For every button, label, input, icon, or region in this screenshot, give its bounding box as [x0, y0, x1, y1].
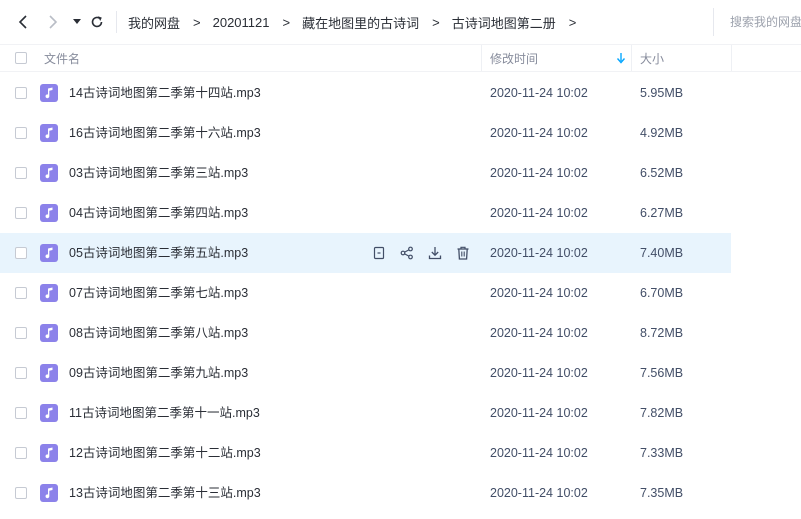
file-size: 6.27MB: [640, 206, 684, 220]
row-checkbox[interactable]: [15, 167, 27, 179]
breadcrumb: 我的网盘 > 20201121 > 藏在地图里的古诗词 > 古诗词地图第二册 >: [128, 0, 588, 44]
file-name[interactable]: 03古诗词地图第二季第三站.mp3: [69, 153, 248, 193]
chevron-left-icon[interactable]: [13, 12, 33, 32]
audio-file-icon: [40, 84, 58, 102]
file-modified-time: 2020-11-24 10:02: [490, 406, 588, 420]
audio-file-icon: [40, 364, 58, 382]
file-size: 7.40MB: [640, 246, 684, 260]
audio-file-icon: [40, 204, 58, 222]
table-row[interactable]: 13古诗词地图第二季第十三站.mp3 2020-11-24 10:02 7.35MB: [0, 473, 731, 513]
file-modified-time: 2020-11-24 10:02: [490, 446, 588, 460]
file-modified-time: 2020-11-24 10:02: [490, 286, 588, 300]
file-name[interactable]: 09古诗词地图第二季第九站.mp3: [69, 353, 248, 393]
file-size: 7.33MB: [640, 446, 684, 460]
row-checkbox[interactable]: [15, 407, 27, 419]
nav-divider: [116, 11, 117, 33]
search-input[interactable]: [730, 15, 801, 29]
table-row[interactable]: 11古诗词地图第二季第十一站.mp3 2020-11-24 10:02 7.82MB: [0, 393, 731, 433]
audio-file-icon: [40, 284, 58, 302]
file-name[interactable]: 14古诗词地图第二季第十四站.mp3: [69, 73, 261, 113]
file-name[interactable]: 16古诗词地图第二季第十六站.mp3: [69, 113, 261, 153]
file-name[interactable]: 07古诗词地图第二季第七站.mp3: [69, 273, 248, 313]
table-row[interactable]: 05古诗词地图第二季第五站.mp3 2020-11-24 10:02 7.40MB: [0, 233, 731, 273]
file-size: 7.35MB: [640, 486, 684, 500]
row-checkbox[interactable]: [15, 487, 27, 499]
column-divider: [631, 45, 632, 71]
file-name[interactable]: 08古诗词地图第二季第八站.mp3: [69, 313, 248, 353]
table-row[interactable]: 08古诗词地图第二季第八站.mp3 2020-11-24 10:02 8.72MB: [0, 313, 731, 353]
chevron-right-icon[interactable]: [43, 12, 63, 32]
table-row[interactable]: 09古诗词地图第二季第九站.mp3 2020-11-24 10:02 7.56MB: [0, 353, 731, 393]
file-name[interactable]: 13古诗词地图第二季第十三站.mp3: [69, 473, 261, 513]
file-size: 6.52MB: [640, 166, 684, 180]
row-checkbox[interactable]: [15, 447, 27, 459]
file-modified-time: 2020-11-24 10:02: [490, 86, 588, 100]
table-row[interactable]: 03古诗词地图第二季第三站.mp3 2020-11-24 10:02 6.52MB: [0, 153, 731, 193]
audio-file-icon: [40, 324, 58, 342]
table-row[interactable]: 14古诗词地图第二季第十四站.mp3 2020-11-24 10:02 5.95MB: [0, 73, 731, 113]
file-size: 7.56MB: [640, 366, 684, 380]
sort-down-arrow-icon[interactable]: [616, 52, 626, 64]
audio-file-icon: [40, 404, 58, 422]
download-icon[interactable]: [426, 244, 444, 262]
share-icon[interactable]: [398, 244, 416, 262]
column-divider: [731, 45, 732, 71]
file-name[interactable]: 05古诗词地图第二季第五站.mp3: [69, 233, 248, 273]
breadcrumb-separator: >: [568, 14, 577, 30]
row-checkbox[interactable]: [15, 287, 27, 299]
table-row[interactable]: 12古诗词地图第二季第十二站.mp3 2020-11-24 10:02 7.33MB: [0, 433, 731, 473]
row-actions: [370, 244, 482, 262]
file-size: 4.92MB: [640, 126, 684, 140]
caret-down-icon[interactable]: [67, 12, 87, 32]
audio-file-icon: [40, 444, 58, 462]
audio-file-icon: [40, 164, 58, 182]
file-size: 7.82MB: [640, 406, 684, 420]
column-header-name[interactable]: 文件名: [44, 45, 80, 71]
row-checkbox[interactable]: [15, 247, 27, 259]
audio-file-icon: [40, 484, 58, 502]
breadcrumb-separator: >: [282, 14, 291, 30]
breadcrumb-separator: >: [432, 14, 440, 30]
share-link-icon[interactable]: [370, 244, 388, 262]
file-modified-time: 2020-11-24 10:02: [490, 206, 588, 220]
refresh-icon[interactable]: [87, 12, 107, 32]
file-modified-time: 2020-11-24 10:02: [490, 126, 588, 140]
top-nav-bar: 我的网盘 > 20201121 > 藏在地图里的古诗词 > 古诗词地图第二册 >: [0, 0, 801, 44]
file-modified-time: 2020-11-24 10:02: [490, 166, 588, 180]
breadcrumb-separator: >: [193, 14, 201, 30]
breadcrumb-item-root[interactable]: 我的网盘: [128, 13, 180, 32]
file-name[interactable]: 12古诗词地图第二季第十二站.mp3: [69, 433, 261, 473]
file-size: 8.72MB: [640, 326, 684, 340]
audio-file-icon: [40, 244, 58, 262]
delete-icon[interactable]: [454, 244, 472, 262]
audio-file-icon: [40, 124, 58, 142]
file-modified-time: 2020-11-24 10:02: [490, 486, 588, 500]
column-header-mtime[interactable]: 修改时间: [490, 45, 538, 71]
row-checkbox[interactable]: [15, 87, 27, 99]
breadcrumb-item-series-folder[interactable]: 藏在地图里的古诗词: [302, 13, 419, 32]
table-row[interactable]: 07古诗词地图第二季第七站.mp3 2020-11-24 10:02 6.70MB: [0, 273, 731, 313]
file-name[interactable]: 11古诗词地图第二季第十一站.mp3: [69, 393, 260, 433]
file-list-header: 文件名 修改时间 大小: [0, 44, 801, 72]
row-checkbox[interactable]: [15, 207, 27, 219]
row-checkbox[interactable]: [15, 127, 27, 139]
table-row[interactable]: 16古诗词地图第二季第十六站.mp3 2020-11-24 10:02 4.92MB: [0, 113, 731, 153]
select-all-checkbox[interactable]: [15, 52, 27, 64]
file-size: 6.70MB: [640, 286, 684, 300]
table-row[interactable]: 04古诗词地图第二季第四站.mp3 2020-11-24 10:02 6.27MB: [0, 193, 731, 233]
file-modified-time: 2020-11-24 10:02: [490, 246, 588, 260]
breadcrumb-item-current-folder[interactable]: 古诗词地图第二册: [452, 13, 556, 32]
file-modified-time: 2020-11-24 10:02: [490, 366, 588, 380]
column-header-size[interactable]: 大小: [640, 45, 664, 71]
search-box: [713, 8, 801, 36]
row-checkbox[interactable]: [15, 327, 27, 339]
file-size: 5.95MB: [640, 86, 684, 100]
breadcrumb-item-date-folder[interactable]: 20201121: [213, 15, 270, 30]
column-divider: [481, 45, 482, 71]
row-checkbox[interactable]: [15, 367, 27, 379]
file-name[interactable]: 04古诗词地图第二季第四站.mp3: [69, 193, 248, 233]
file-modified-time: 2020-11-24 10:02: [490, 326, 588, 340]
